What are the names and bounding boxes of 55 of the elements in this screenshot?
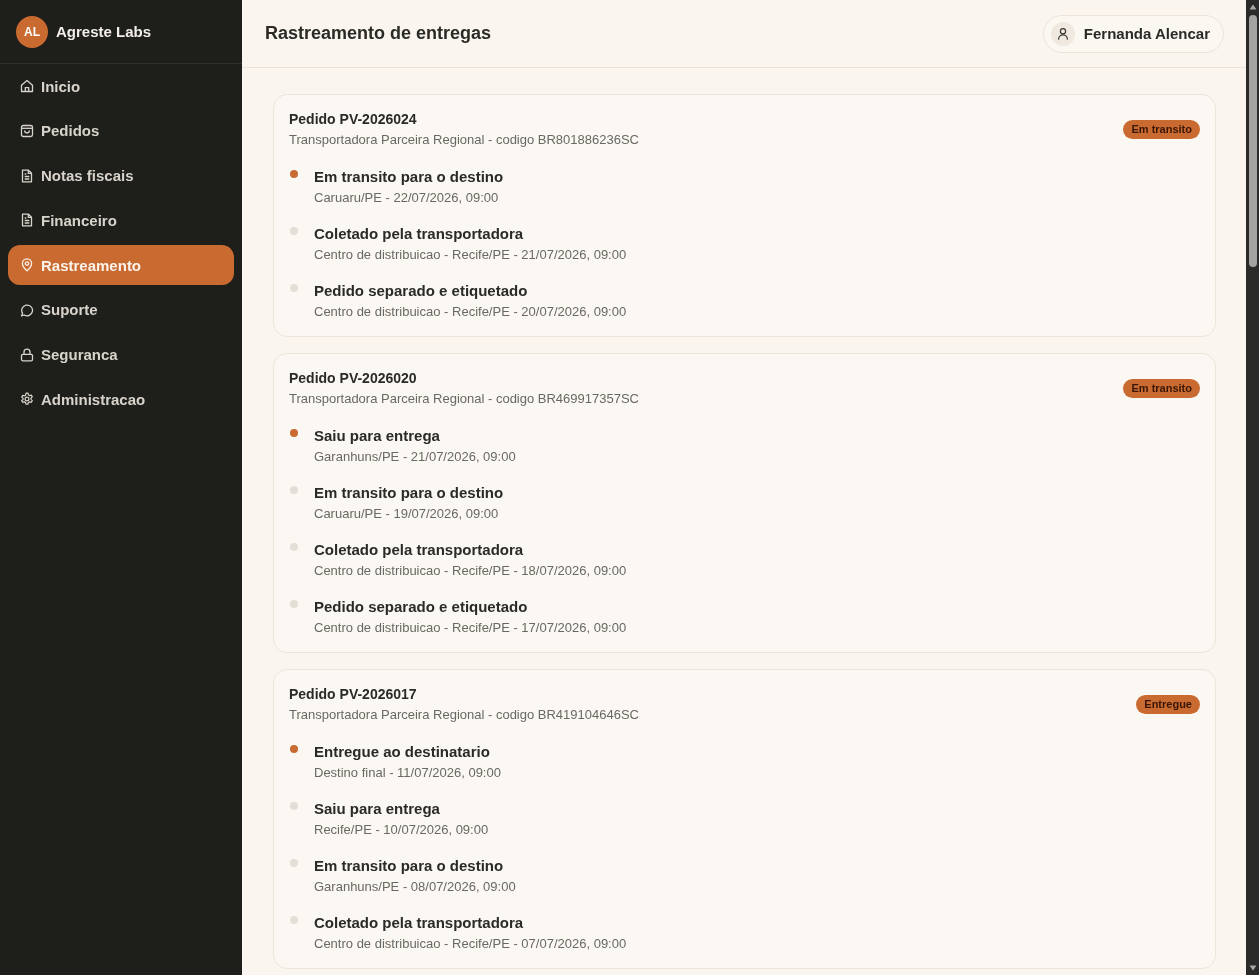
event-detail: Centro de distribuicao - Recife/PE - 21/07/2026, 09:00 <box>314 246 627 264</box>
nav-item[interactable]: Inicio <box>8 66 234 106</box>
nav-item[interactable]: Notas fiscais <box>8 155 234 196</box>
event-title: Saiu para entrega <box>314 799 441 819</box>
nav-item[interactable]: Financeiro <box>8 200 234 241</box>
scrollbar[interactable] <box>1246 0 1259 975</box>
document-icon <box>20 168 34 183</box>
person-icon <box>1050 21 1075 46</box>
order-title: Pedido PV-2026020 <box>289 369 418 388</box>
event-detail: Centro de distribuicao - Recife/PE - 07/07/2026, 09:00 <box>314 935 627 953</box>
event-title: Coletado pela transportadora <box>314 224 525 244</box>
event-detail: Centro de distribuicao - Recife/PE - 20/07/2026, 09:00 <box>314 303 627 321</box>
event-title: Em transito para o destino <box>314 167 504 187</box>
event-detail: Centro de distribuicao - Recife/PE - 18/07/2026, 09:00 <box>314 562 627 580</box>
shopping-bag-icon <box>20 123 34 138</box>
event-title: Coletado pela transportadora <box>314 540 525 560</box>
nav-item[interactable]: Suporte <box>8 289 234 330</box>
event-detail: Caruaru/PE - 19/07/2026, 09:00 <box>314 505 500 523</box>
brand-avatar: AL <box>16 15 48 48</box>
event-title: Saiu para entrega <box>314 426 441 446</box>
document-icon <box>20 213 34 228</box>
event-detail: Garanhuns/PE - 08/07/2026, 09:00 <box>314 878 516 896</box>
gear-icon <box>20 392 34 407</box>
event-title: Em transito para o destino <box>314 856 505 876</box>
home-icon <box>20 79 34 93</box>
carrier-info: Transportadora Parceira Regional - codigo BR801886236SC <box>289 131 639 149</box>
nav-item[interactable]: Administracao <box>8 379 234 420</box>
order-title: Pedido PV-2026017 <box>289 685 418 704</box>
page-title: Rastreamento de entregas <box>265 23 492 44</box>
event-title: Em transito para o destino <box>314 483 504 503</box>
scroll-up-icon[interactable] <box>1248 4 1257 10</box>
event-title: Pedido separado e etiquetado <box>314 281 529 301</box>
carrier-info: Transportadora Parceira Regional - codigo BR419104646SC <box>289 706 639 724</box>
event-detail: Recife/PE - 10/07/2026, 09:00 <box>314 821 489 839</box>
status-badge: Entregue <box>1136 695 1200 714</box>
event-detail: Centro de distribuicao - Recife/PE - 17/07/2026, 09:00 <box>314 619 627 637</box>
carrier-info: Transportadora Parceira Regional - codigo BR469917357SC <box>289 390 639 408</box>
nav-item[interactable]: Seguranca <box>8 334 234 375</box>
lock-icon <box>20 347 34 362</box>
event-detail: Caruaru/PE - 22/07/2026, 09:00 <box>314 189 500 207</box>
map-pin-icon <box>20 258 34 272</box>
scrollbar-thumb[interactable] <box>1248 15 1257 267</box>
nav-item[interactable]: Pedidos <box>8 110 234 151</box>
event-title: Coletado pela transportadora <box>314 913 525 933</box>
event-title: Entregue ao destinatario <box>314 742 491 762</box>
event-detail: Garanhuns/PE - 21/07/2026, 09:00 <box>314 448 516 466</box>
status-badge: Em transito <box>1123 120 1200 139</box>
status-badge: Em transito <box>1123 379 1200 398</box>
scroll-down-icon[interactable] <box>1248 965 1257 971</box>
event-detail: Destino final - 11/07/2026, 09:00 <box>314 764 501 782</box>
event-title: Pedido separado e etiquetado <box>314 597 529 617</box>
user-menu-button[interactable]: Fernanda Alencar <box>1042 14 1224 53</box>
brand-name: Agreste Labs <box>56 23 152 40</box>
order-title: Pedido PV-2026024 <box>289 110 418 129</box>
chat-bubble-icon <box>20 302 34 317</box>
